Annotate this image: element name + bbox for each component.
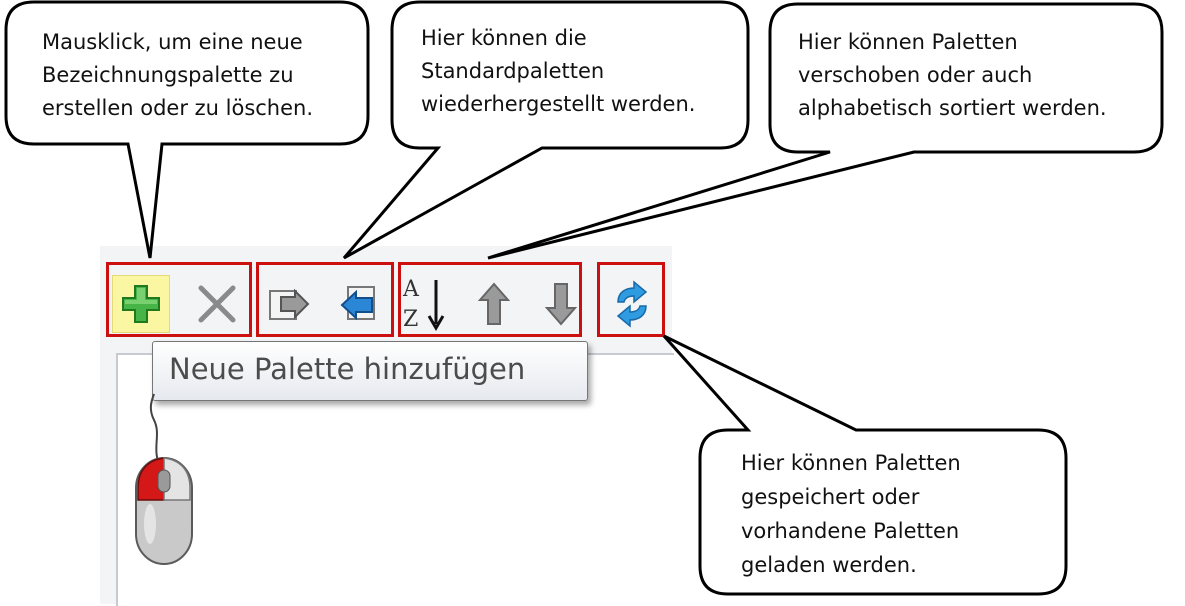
- callout-line: Hier können die: [421, 26, 587, 50]
- add-callout-text: Mausklick, um eine neue Bezeichnungspale…: [42, 26, 313, 125]
- callout-line: Bezeichnungspalette zu: [42, 63, 294, 87]
- callout-line: Hier können Paletten: [798, 30, 1018, 54]
- callout-line: erstellen oder zu löschen.: [42, 96, 314, 120]
- callout-line: gespeichert oder: [741, 485, 920, 509]
- callout-line: Mausklick, um eine neue: [42, 30, 303, 54]
- callout-line: verschoben oder auch: [798, 63, 1033, 87]
- callout-line: alphabetisch sortiert werden.: [798, 96, 1107, 120]
- callout-line: Hier können Paletten: [741, 451, 961, 475]
- save-callout-text: Hier können Paletten gespeichert oder vo…: [741, 446, 961, 582]
- callout-line: geladen werden.: [741, 553, 917, 577]
- callout-line: vorhandene Paletten: [741, 519, 960, 543]
- mouse-icon: [135, 393, 193, 565]
- callout-line: Standardpaletten: [421, 59, 605, 83]
- callout-line: wiederhergestellt werden.: [421, 92, 696, 116]
- move-callout-text: Hier können Paletten verschoben oder auc…: [798, 26, 1107, 125]
- standard-callout-text: Hier können die Standardpaletten wiederh…: [421, 22, 695, 121]
